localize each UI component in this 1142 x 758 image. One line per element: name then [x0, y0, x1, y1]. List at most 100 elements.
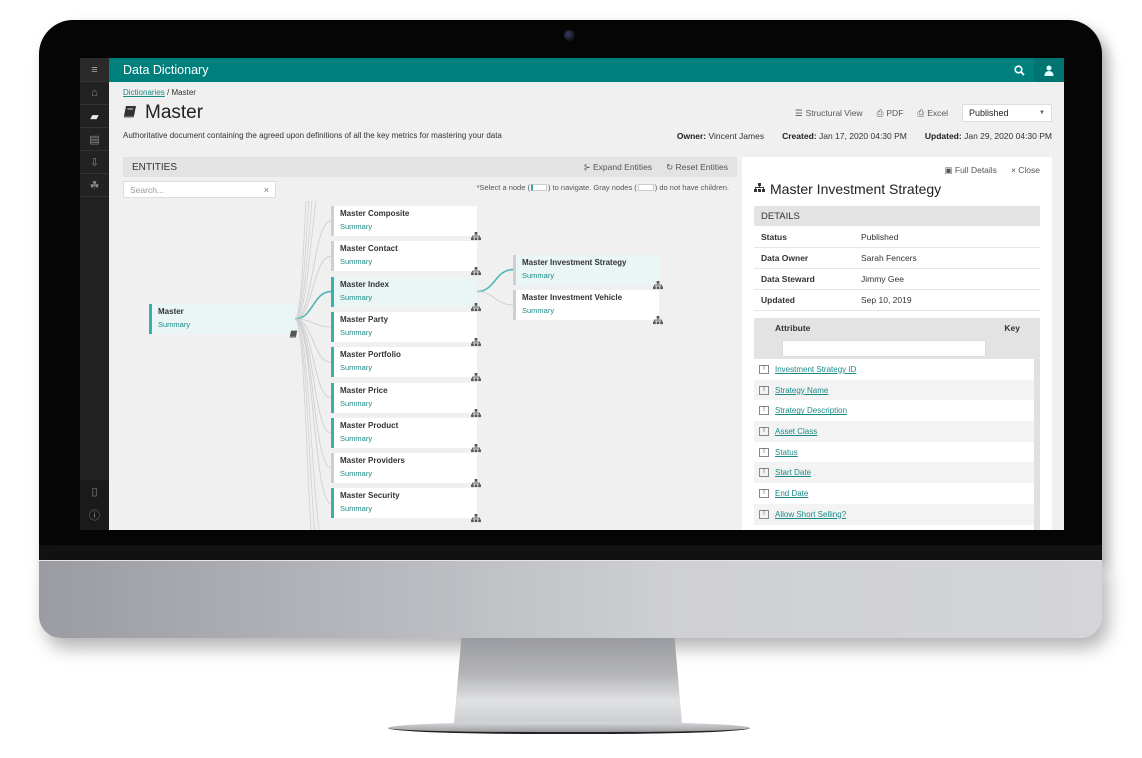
tree-node[interactable]: Master Providers Summary [331, 453, 481, 488]
expand-entities-button[interactable]: ⊱ Expand Entities [584, 162, 653, 173]
dictionaries-icon[interactable]: ▰ [80, 105, 109, 128]
detail-key: Status [761, 232, 787, 242]
attribute-link[interactable]: Investment Strategy ID [775, 365, 856, 374]
attribute-link[interactable]: Strategy Name [775, 386, 828, 395]
tree-node[interactable]: Master Portfolio Summary [331, 347, 481, 382]
navigation-hint: *Select a node () to navigate. Gray node… [476, 183, 729, 192]
updated-meta: Updated: Jan 29, 2020 04:30 PM [924, 131, 1052, 141]
breadcrumb-separator: / [167, 88, 170, 97]
node-summary-link[interactable]: Summary [340, 504, 477, 513]
bezel-bottom [39, 545, 1102, 560]
breadcrumb-dictionaries-link[interactable]: Dictionaries [123, 88, 165, 97]
tree-node[interactable]: Master Price Summary [331, 382, 481, 417]
attribute-scrollbar[interactable] [1034, 359, 1040, 530]
groups-icon[interactable]: ☘ [80, 174, 109, 197]
print-icon: ⎙ [876, 107, 884, 118]
detail-row: Data Owner Sarah Fencers [754, 248, 1040, 269]
tree-node[interactable]: Master Contact Summary [331, 241, 481, 276]
attribute-link[interactable]: Start Date [775, 468, 811, 477]
tree-node[interactable]: Master Index Summary [331, 276, 481, 311]
teal-node-swatch [530, 184, 547, 191]
key-column-header[interactable]: Key [1004, 323, 1040, 333]
documents-icon[interactable]: ▤ [80, 128, 109, 151]
reset-icon: ↻ [666, 161, 676, 172]
attribute-link[interactable]: Asset Class [775, 427, 817, 436]
entities-panel: ENTITIES ⊱ Expand Entities ↻ Reset Entit… [123, 157, 737, 530]
node-title: Master Providers [340, 456, 405, 466]
detail-key: Updated [761, 295, 795, 305]
structural-view-button[interactable]: ☰ Structural View [795, 108, 863, 119]
clear-icon[interactable]: × [264, 185, 269, 195]
pdf-label: PDF [886, 108, 904, 118]
tree-node[interactable]: Master Product Summary [331, 417, 481, 452]
attribute-link[interactable]: Allow Short Selling? [775, 510, 846, 519]
node-summary-link[interactable]: Summary [522, 306, 659, 315]
excel-button[interactable]: ⎙ Excel [917, 108, 948, 119]
node-summary-link[interactable]: Summary [340, 222, 477, 231]
attribute-link[interactable]: End Date [775, 489, 808, 498]
text-type-icon: T [759, 385, 769, 395]
node-summary-link[interactable]: Summary [340, 469, 477, 478]
home-icon[interactable]: ⌂ [80, 82, 109, 105]
document-icon: ▣ [944, 165, 955, 175]
status-select-value: Published [969, 108, 1009, 118]
node-title: Master Price [340, 385, 388, 395]
app-title: Data Dictionary [123, 63, 209, 77]
sidebar: ≡ ⌂ ▰ ▤ ⇩ ☘ ▯ ⓘ [80, 58, 109, 530]
menu-icon[interactable]: ≡ [80, 58, 109, 82]
node-summary-link[interactable]: Summary [340, 434, 477, 443]
attribute-filter-row [754, 338, 1040, 359]
detail-row: Data Steward Jimmy Gee [754, 269, 1040, 290]
status-select[interactable]: Published ▼ [962, 104, 1052, 122]
tree-node[interactable]: Master Party Summary [331, 311, 481, 346]
detail-key: Data Owner [761, 253, 809, 263]
gray-node-swatch [637, 184, 654, 191]
node-title: Master Composite [340, 209, 410, 218]
tree-node-root[interactable]: Master Summary [149, 304, 298, 338]
pdf-button[interactable]: ⎙ PDF [877, 108, 904, 119]
tree-node[interactable]: Master Composite Summary [331, 206, 481, 241]
entities-search-input[interactable]: Search... × [123, 181, 276, 198]
entities-title: ENTITIES [132, 161, 178, 173]
reset-entities-button[interactable]: ↻ Reset Entities [666, 162, 728, 173]
attribute-link[interactable]: Strategy Description [775, 406, 847, 415]
node-summary-link[interactable]: Summary [340, 363, 477, 372]
monitor-mockup: ≡ ⌂ ▰ ▤ ⇩ ☘ ▯ ⓘ Data Dictionary Dictiona… [0, 0, 1142, 758]
detail-value: Sep 10, 2019 [861, 295, 912, 305]
node-summary-link[interactable]: Summary [522, 271, 659, 280]
node-summary-link[interactable]: Summary [158, 320, 295, 329]
tree-link-offscreen [294, 201, 307, 320]
node-summary-link[interactable]: Summary [340, 328, 477, 337]
tree-node[interactable]: Master Security Summary [331, 488, 481, 523]
text-type-icon: T [759, 509, 769, 519]
hierarchy-icon [754, 182, 765, 196]
text-type-icon: T [759, 468, 769, 478]
node-summary-link[interactable]: Summary [340, 399, 477, 408]
attribute-table: Attribute Key T Investment Strategy ID T St… [754, 318, 1040, 530]
attribute-row: T Strategy Name [754, 379, 1034, 401]
info-icon[interactable]: ⓘ [80, 503, 109, 526]
camera [564, 30, 575, 41]
user-icon[interactable] [1034, 58, 1064, 82]
full-details-button[interactable]: ▣ Full Details [944, 165, 996, 176]
node-title: Master Product [340, 420, 399, 430]
caret-down-icon: ▼ [1039, 110, 1045, 116]
search-placeholder: Search... [130, 184, 165, 195]
page-actions: ☰ Structural View ⎙ PDF ⎙ Excel Published ▼ [795, 104, 1052, 122]
device-icon[interactable]: ▯ [80, 480, 109, 503]
page-meta: Owner: Vincent James Created: Jan 17, 20… [677, 131, 1052, 141]
node-summary-link[interactable]: Summary [340, 257, 477, 266]
import-icon[interactable]: ⇩ [80, 151, 109, 174]
close-button[interactable]: × Close [1011, 165, 1040, 176]
tree-node[interactable]: Master Investment Vehicle Summary [513, 289, 663, 324]
attribute-link[interactable]: Status [775, 448, 798, 457]
attribute-filter-input[interactable] [782, 340, 986, 357]
search-icon[interactable] [1004, 58, 1034, 82]
attribute-column-header[interactable]: Attribute [754, 323, 1004, 333]
tree-node[interactable]: Master Investment Strategy Summary [513, 254, 663, 289]
node-summary-link[interactable]: Summary [340, 293, 477, 302]
node-title: Master Party [340, 314, 389, 324]
attribute-row: T Strategy Description [754, 400, 1034, 422]
attribute-row: T Asset Class [754, 421, 1034, 442]
structural-view-label: Structural View [805, 108, 863, 118]
